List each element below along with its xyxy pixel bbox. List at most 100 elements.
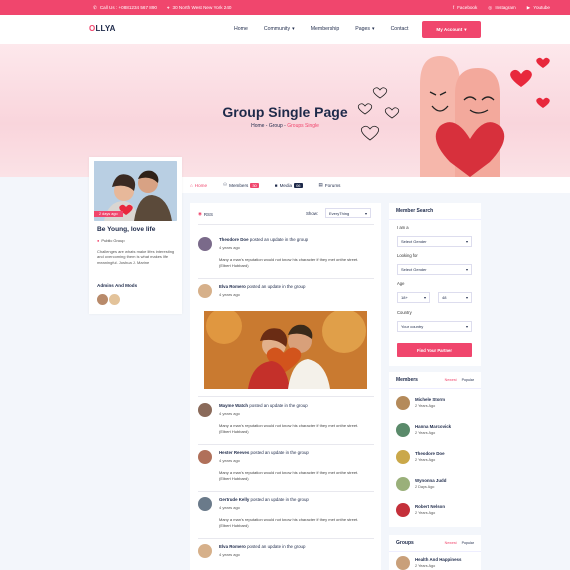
chevron-down-icon: ▾ <box>292 26 295 32</box>
breadcrumb: Home - Group - Groups Single <box>251 123 319 129</box>
tab-media[interactable]: ■ Media 06 <box>274 182 303 188</box>
avatar[interactable] <box>396 396 410 410</box>
breadcrumb-group[interactable]: Group <box>269 123 283 129</box>
post-image[interactable] <box>204 311 367 389</box>
group-date-tag: 2 days ago <box>94 211 123 217</box>
list-item[interactable]: Theodore Doe 2 Years Ago <box>396 450 476 466</box>
post-text: Many a man's reputation would not know h… <box>219 470 359 481</box>
home-icon: ⌂ <box>190 182 193 188</box>
list-item[interactable]: Health And Happiness 2 Years Ago <box>396 556 476 570</box>
show-filter-select[interactable]: EveryThing ▾ <box>325 208 371 218</box>
divider <box>389 551 481 552</box>
tab-newest[interactable]: Newest <box>445 541 457 545</box>
nav-community[interactable]: Community ▾ <box>264 26 295 32</box>
list-item[interactable]: Wynonna Judd 2 Days Ago <box>396 477 476 493</box>
tab-members[interactable]: ⚇ Members 30 <box>223 182 259 188</box>
avatar[interactable] <box>396 423 410 437</box>
members-widget: Members Newest Popular Michele Storm 2 Y… <box>389 372 481 527</box>
age-from-select[interactable]: 18+ ▾ <box>397 292 430 303</box>
nav-home[interactable]: Home <box>234 26 248 32</box>
post-time: 4 years ago <box>219 505 240 510</box>
divider <box>389 388 481 389</box>
post-author[interactable]: Theodore Doe <box>219 237 249 242</box>
group-name[interactable]: Be Young, love life <box>97 226 155 233</box>
video-icon: ■ <box>274 182 278 188</box>
list-item[interactable]: Michele Storm 2 Years Ago <box>396 396 476 412</box>
tab-popular[interactable]: Popular <box>462 541 474 545</box>
group-type: ● Public Group <box>97 238 125 243</box>
post-title: Elva Romero posted an update in the grou… <box>219 544 305 549</box>
divider <box>198 538 374 539</box>
post-author[interactable]: Elva Romero <box>219 544 246 549</box>
post-author[interactable]: Gertrude Kelly <box>219 497 249 502</box>
post-author[interactable]: Elva Romero <box>219 284 246 289</box>
avatar[interactable] <box>97 294 108 305</box>
tab-home[interactable]: ⌂ Home <box>190 183 207 188</box>
group-name[interactable]: Health And Happiness <box>415 557 461 562</box>
activity-post: Hester Reeves posted an update in the gr… <box>198 450 374 490</box>
tab-popular[interactable]: Popular <box>462 378 474 382</box>
facebook-link[interactable]: f Facebook <box>453 5 477 11</box>
looking-for-label: Looking for <box>397 253 418 258</box>
avatar[interactable] <box>109 294 120 305</box>
member-name[interactable]: Hanna Marcovick <box>415 424 451 429</box>
country-select[interactable]: Your country ▾ <box>397 321 472 332</box>
avatar[interactable] <box>396 477 410 491</box>
logo[interactable]: OLLYA <box>89 24 116 33</box>
post-action: posted an update in the group <box>247 544 306 549</box>
avatar[interactable] <box>198 497 212 511</box>
avatar[interactable] <box>198 284 212 298</box>
avatar[interactable] <box>198 544 212 558</box>
address-text: 30 North West New York 240 <box>172 5 232 10</box>
post-time: 4 years ago <box>219 292 240 297</box>
media-count-badge: 06 <box>294 182 303 188</box>
public-icon: ● <box>97 238 100 243</box>
member-name[interactable]: Michele Storm <box>415 397 445 402</box>
nav-membership[interactable]: Membership <box>311 26 340 32</box>
tab-newest[interactable]: Newest <box>445 378 457 382</box>
member-name[interactable]: Wynonna Judd <box>415 478 446 483</box>
find-partner-button[interactable]: Find Your Partner <box>397 343 472 357</box>
breadcrumb-home[interactable]: Home <box>251 123 264 129</box>
tab-media-label: Media <box>279 182 293 188</box>
divider <box>198 396 374 397</box>
avatar[interactable] <box>198 237 212 251</box>
list-item[interactable]: Hanna Marcovick 2 Years Ago <box>396 423 476 439</box>
list-item[interactable]: Robert Nelson 2 Years Ago <box>396 503 476 519</box>
member-time: 2 Years Ago <box>415 458 436 462</box>
looking-for-select[interactable]: Select Gender ▾ <box>397 264 472 275</box>
groups-tabs: Newest Popular <box>445 541 474 545</box>
nav-contact[interactable]: Contact <box>391 26 409 32</box>
member-name[interactable]: Robert Nelson <box>415 504 445 509</box>
i-am-select[interactable]: Select Gender ▾ <box>397 236 472 247</box>
nav-membership-label: Membership <box>310 26 340 32</box>
youtube-link[interactable]: ▶ Youtube <box>527 5 550 11</box>
avatar[interactable] <box>396 503 410 517</box>
tab-forums[interactable]: ▤ Forums <box>319 182 341 188</box>
post-author[interactable]: Hester Reeves <box>219 450 249 455</box>
rss-link[interactable]: ◉ RSS <box>198 211 213 217</box>
chevron-down-icon: ▾ <box>465 239 468 244</box>
post-author[interactable]: Mayme Watch <box>219 403 248 408</box>
avatar[interactable] <box>396 450 410 464</box>
post-action: posted an update in the group <box>249 237 309 242</box>
avatar[interactable] <box>396 556 410 570</box>
activity-post: Theodore Doe posted an update in the gro… <box>198 237 374 277</box>
my-account-button[interactable]: My Account ▾ <box>422 21 481 38</box>
member-name[interactable]: Theodore Doe <box>415 451 445 456</box>
post-text: Many a man's reputation would not know h… <box>219 517 359 528</box>
breadcrumb-current: Groups Single <box>287 123 319 129</box>
activity-post: Gertrude Kelly posted an update in the g… <box>198 497 374 537</box>
chevron-down-icon: ▾ <box>465 295 468 300</box>
group-description: Challenges are whats make lifes interest… <box>97 249 175 265</box>
post-title: Elva Romero posted an update in the grou… <box>219 284 305 289</box>
nav-pages[interactable]: Pages ▾ <box>355 26 374 32</box>
instagram-link[interactable]: ◎ Instagram <box>488 5 515 11</box>
chevron-down-icon: ▾ <box>465 324 468 329</box>
facebook-label: Facebook <box>457 5 478 10</box>
my-account-label: My Account <box>436 27 463 32</box>
avatar[interactable] <box>198 403 212 417</box>
avatar[interactable] <box>198 450 212 464</box>
age-to-select[interactable]: 48 ▾ <box>438 292 472 303</box>
phone-info[interactable]: ✆ Call Us : +0881234 567 890 <box>93 5 157 11</box>
